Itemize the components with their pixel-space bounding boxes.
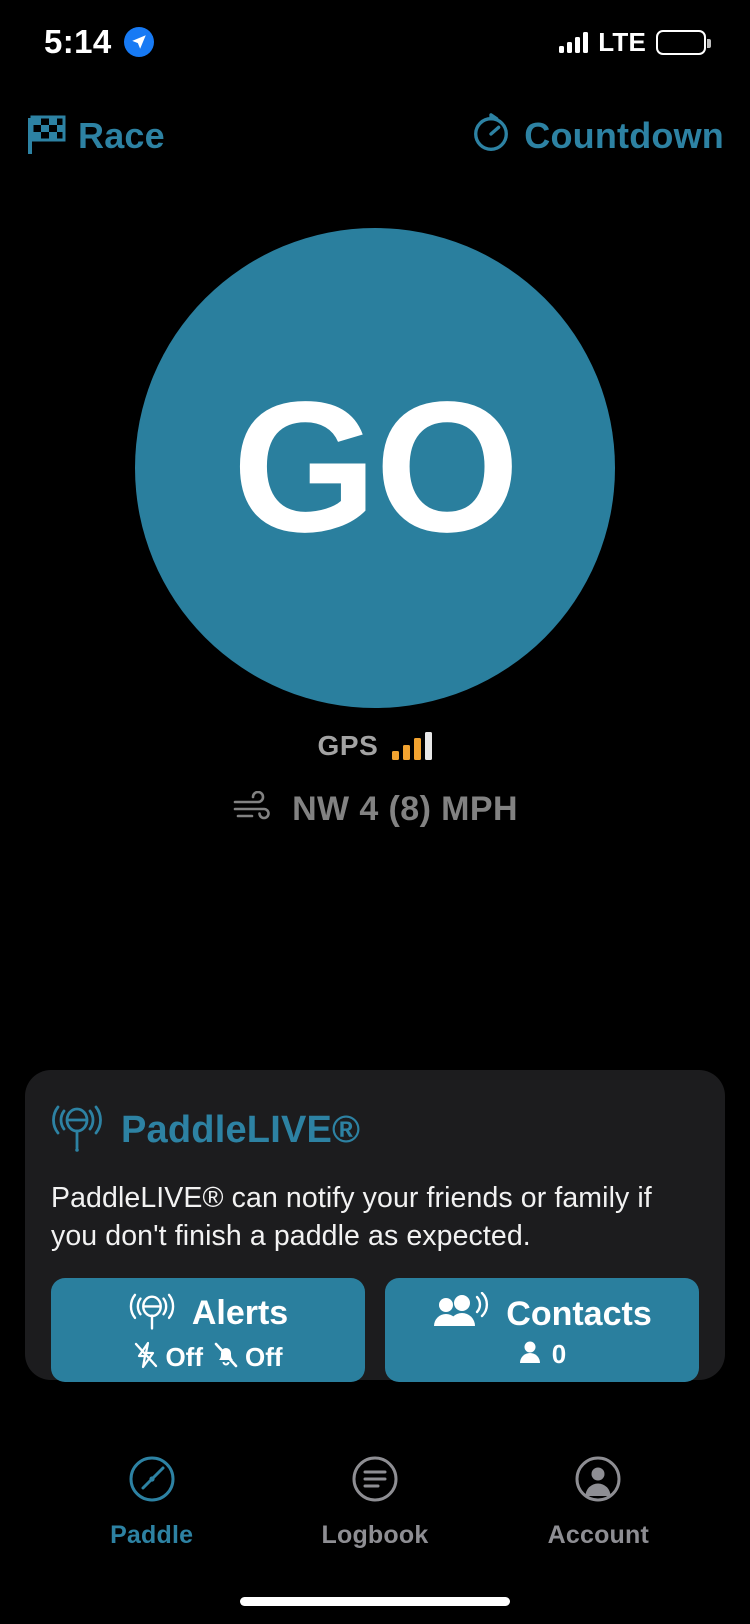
status-bar-left: 5:14 xyxy=(44,23,154,61)
battery-full-icon xyxy=(656,29,711,55)
alerts-flash-value: Off xyxy=(165,1341,203,1372)
alerts-button[interactable]: Alerts Off Off xyxy=(51,1277,365,1382)
checkered-flag-icon xyxy=(26,112,66,161)
wind-status: NW 4 (8) MPH xyxy=(0,790,750,829)
app-screen: 5:14 LTE Race Countdown GO GPS NW 4 (8) … xyxy=(0,0,750,1624)
paddlelive-title: PaddleLIVE® xyxy=(121,1109,361,1151)
alerts-flash-status: Off xyxy=(133,1341,203,1374)
tab-logbook[interactable]: Logbook xyxy=(285,1452,465,1550)
gps-status: GPS xyxy=(0,730,750,762)
account-icon xyxy=(571,1452,625,1511)
alerts-label: Alerts xyxy=(191,1293,289,1332)
contacts-count-row: 0 xyxy=(518,1339,566,1370)
alerts-status-row: Off Off xyxy=(133,1341,283,1374)
paddlelive-beacon-icon xyxy=(51,1100,103,1161)
flash-off-icon xyxy=(133,1341,159,1374)
go-button-label: GO xyxy=(232,364,519,571)
wind-icon xyxy=(232,790,276,828)
tab-logbook-label: Logbook xyxy=(321,1521,429,1549)
race-button[interactable]: Race xyxy=(26,112,165,161)
paddlelive-beacon-icon xyxy=(128,1288,176,1339)
logbook-icon xyxy=(348,1452,402,1511)
tab-paddle-label: Paddle xyxy=(110,1521,194,1549)
bell-off-icon xyxy=(213,1341,239,1374)
paddlelive-description: PaddleLIVE® can notify your friends or f… xyxy=(51,1182,652,1253)
paddlelive-actions: Alerts Off Off Contacts 0 xyxy=(51,1277,699,1382)
go-button-container: GO xyxy=(0,228,750,708)
status-bar-time: 5:14 xyxy=(44,23,112,60)
tab-account[interactable]: Account xyxy=(508,1452,688,1550)
countdown-label: Countdown xyxy=(524,115,724,156)
contacts-count: 0 xyxy=(551,1338,567,1369)
tab-account-label: Account xyxy=(547,1521,650,1549)
location-arrow-icon xyxy=(123,27,154,57)
header-nav: Race Countdown xyxy=(0,104,750,168)
tab-bar: Paddle Logbook Account xyxy=(0,1436,750,1566)
paddle-icon xyxy=(125,1452,179,1511)
go-button[interactable]: GO xyxy=(135,228,615,708)
gps-signal-icon xyxy=(392,732,433,760)
tab-paddle[interactable]: Paddle xyxy=(62,1452,242,1550)
race-label: Race xyxy=(78,115,165,156)
alerts-bell-value: Off xyxy=(245,1341,283,1372)
contacts-label: Contacts xyxy=(506,1294,652,1333)
contacts-broadcast-icon xyxy=(432,1291,490,1337)
paddlelive-card-header: PaddleLIVE® xyxy=(51,1100,699,1161)
status-bar-right: LTE xyxy=(559,26,711,58)
paddlelive-card: PaddleLIVE® PaddleLIVE® can notify your … xyxy=(25,1070,725,1382)
cellular-signal-icon xyxy=(559,31,589,53)
person-icon xyxy=(518,1339,542,1370)
alerts-bell-status: Off xyxy=(213,1341,283,1374)
stopwatch-icon xyxy=(470,112,512,160)
contacts-button[interactable]: Contacts 0 xyxy=(385,1277,699,1382)
status-bar: 5:14 LTE xyxy=(0,0,750,84)
wind-text: NW 4 (8) MPH xyxy=(292,790,518,828)
countdown-button[interactable]: Countdown xyxy=(470,112,724,160)
gps-label: GPS xyxy=(317,730,379,761)
alerts-button-top: Alerts xyxy=(128,1288,288,1339)
network-type-label: LTE xyxy=(598,26,646,57)
home-indicator[interactable] xyxy=(240,1597,510,1606)
contacts-button-top: Contacts xyxy=(432,1291,652,1337)
